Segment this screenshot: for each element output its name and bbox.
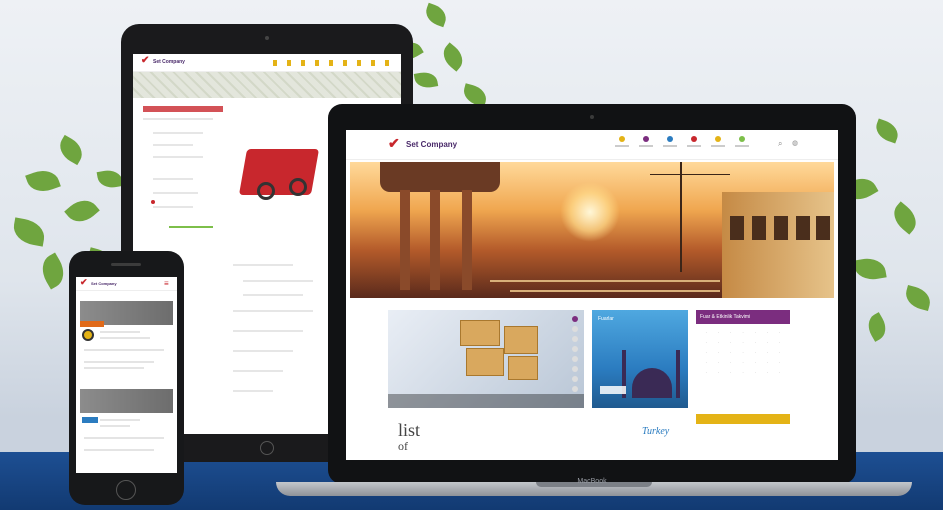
laptop-camera (590, 115, 594, 119)
turkey-label: Turkey (642, 426, 670, 437)
phone-header: ✔ Set Company ≡ (76, 277, 177, 291)
laptop-screen: ✔ Set Company ⌕ ◍ Fuarlar Fuar & Etkinli… (346, 130, 838, 460)
search-icon[interactable]: ⌕ (778, 139, 782, 149)
phone-logo-icon[interactable]: ✔ (80, 277, 88, 288)
slider-pagination[interactable] (572, 316, 582, 396)
tablet-home-button[interactable] (260, 441, 274, 455)
list-heading: list of (398, 420, 421, 453)
phone-listing-card-2[interactable] (80, 389, 173, 413)
events-calendar: Fuar & Etkinlik Takvimi · · · · · · · · · · · · · · … (696, 310, 790, 408)
nav-item-2[interactable] (636, 136, 656, 147)
site-logo-icon[interactable]: ✔ (388, 135, 400, 152)
laptop-brand-label: MacBook (577, 478, 607, 485)
nav-item-6[interactable] (732, 136, 752, 147)
menu-icon[interactable]: ≡ (164, 279, 169, 288)
calendar-title: Fuar & Etkinlik Takvimi (696, 310, 790, 324)
phone-speaker (111, 263, 141, 266)
laptop-lid: ✔ Set Company ⌕ ◍ Fuarlar Fuar & Etkinli… (328, 104, 856, 484)
phone-screen: ✔ Set Company ≡ (76, 277, 177, 473)
phone-home-button[interactable] (116, 480, 136, 500)
tablet-nav[interactable] (273, 60, 393, 66)
site-header: ✔ Set Company ⌕ ◍ (346, 130, 838, 160)
nav-item-1[interactable] (612, 136, 632, 147)
tablet-logo-icon[interactable]: ✔ (141, 55, 149, 66)
promo-card-logistics[interactable] (388, 310, 584, 408)
tablet-status-dot (151, 200, 155, 204)
phone-device: ✔ Set Company ≡ (69, 251, 184, 505)
phone-logo-text[interactable]: Set Company (91, 281, 117, 286)
tablet-title-bar (143, 106, 223, 112)
nav-item-3[interactable] (660, 136, 680, 147)
phone-company-logo (82, 329, 94, 341)
hero-train (722, 192, 834, 298)
tablet-header: ✔ Set Company (133, 54, 401, 72)
hero-banner (350, 162, 834, 298)
nav-item-4[interactable] (684, 136, 704, 147)
promo-card-fairs[interactable]: Fuarlar (592, 310, 688, 408)
tablet-product-image (238, 149, 320, 195)
nav-item-5[interactable] (708, 136, 728, 147)
fairs-card-title: Fuarlar (598, 316, 614, 322)
calendar-grid[interactable]: · · · · · · · · · · · · · · · · · · · · · · · · · · · · · · · · · · · (700, 330, 786, 375)
language-icon[interactable]: ◍ (792, 139, 798, 147)
tablet-map-banner (133, 72, 401, 98)
tablet-logo-text[interactable]: Set Company (153, 59, 185, 65)
site-logo-text[interactable]: Set Company (406, 140, 457, 149)
calendar-footer-bar[interactable] (696, 414, 790, 424)
tablet-camera (265, 36, 269, 40)
